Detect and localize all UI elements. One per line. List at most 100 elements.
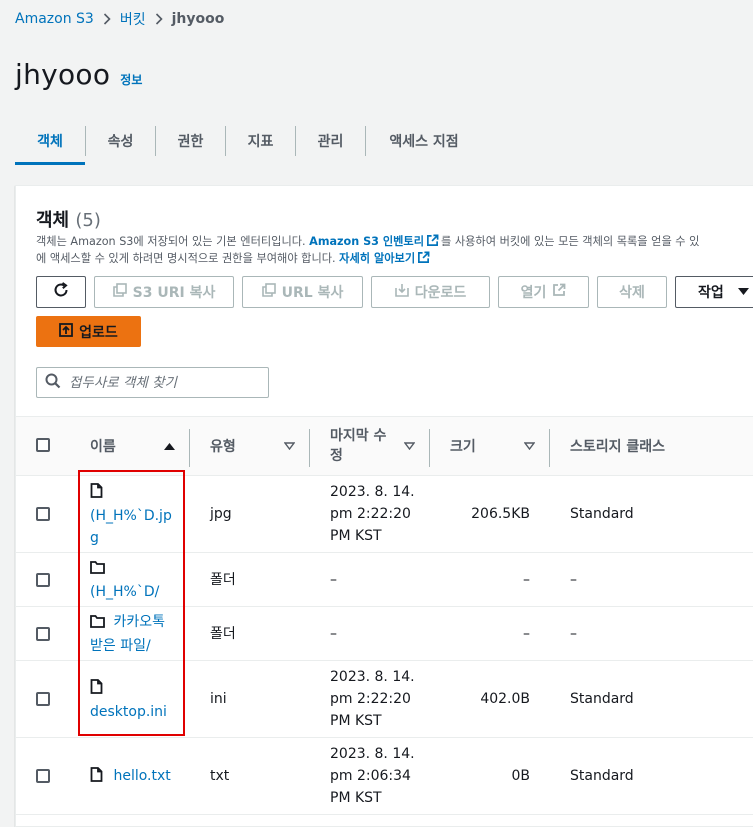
object-type: 폴더 xyxy=(210,626,236,642)
delete-button[interactable]: 삭제 xyxy=(597,276,667,308)
table-row[interactable]: 카카오톡 받은 파일/ 폴더 – – – xyxy=(16,607,753,661)
table-row[interactable]: (H_H%`D/ 폴더 – – – xyxy=(16,553,753,607)
object-last-modified: 2023. 8. 14. pm 2:06:34 PM KST xyxy=(330,743,440,809)
modified-line3: PM KST xyxy=(330,713,382,729)
objects-heading-label: 객체 xyxy=(36,210,70,231)
download-button[interactable]: 다운로드 xyxy=(371,276,490,308)
inventory-link[interactable]: Amazon S3 인벤토리 xyxy=(309,235,424,248)
object-last-modified: – xyxy=(330,572,337,588)
tab-access-points[interactable]: 액세스 지점 xyxy=(366,123,482,159)
sort-ascending-icon xyxy=(164,438,175,454)
object-storage-class: Standard xyxy=(570,506,634,522)
copy-icon xyxy=(261,283,276,301)
search-input[interactable] xyxy=(69,374,259,391)
tab-permissions[interactable]: 권한 xyxy=(156,123,225,159)
breadcrumb: Amazon S3 버킷 jhyooo xyxy=(15,10,224,28)
copy-url-label: URL 복사 xyxy=(281,285,344,301)
desc-text-2: 를 사용하여 버킷에 있는 모든 객체의 목록을 얻을 수 있 xyxy=(441,235,700,248)
header-type[interactable]: 유형 xyxy=(210,417,310,475)
tab-management[interactable]: 관리 xyxy=(296,123,365,159)
row-checkbox[interactable] xyxy=(36,573,50,587)
column-divider xyxy=(429,429,430,467)
table-row[interactable]: desktop.ini 2023. 8. 14. pm 2:22:20 PM K… xyxy=(16,661,753,738)
header-type-label: 유형 xyxy=(210,439,236,455)
object-name-link[interactable]: (H_H%`D/ xyxy=(90,584,159,600)
object-name-cell: hello.txt xyxy=(90,765,200,789)
row-checkbox[interactable] xyxy=(36,507,50,521)
object-name-line2: g xyxy=(90,530,99,546)
search-box[interactable] xyxy=(36,367,269,398)
page-title: jhyooo xyxy=(15,58,111,91)
objects-count: (5) xyxy=(75,210,101,231)
object-type: 폴더 xyxy=(210,572,236,588)
header-size[interactable]: 크기 xyxy=(450,417,550,475)
object-name-line1: (H_H%`D.jp xyxy=(90,508,172,524)
object-storage-class: Standard xyxy=(570,691,634,707)
object-type: jpg xyxy=(210,506,232,522)
header-name-label: 이름 xyxy=(90,439,116,455)
tab-properties[interactable]: 속성 xyxy=(86,123,155,159)
folder-icon xyxy=(90,613,105,635)
header-storage-class-label: 스토리지 클래스 xyxy=(570,439,666,455)
objects-panel: 객체 (5) 객체는 Amazon S3에 저장되어 있는 기본 엔터티입니다.… xyxy=(15,185,753,827)
object-name-line1: 카카오톡 xyxy=(113,614,165,630)
modified-line3: PM KST xyxy=(330,790,382,806)
object-last-modified: 2023. 8. 14. pm 2:22:20 PM KST xyxy=(330,481,440,547)
copy-url-button[interactable]: URL 복사 xyxy=(242,276,363,308)
info-link[interactable]: 정보 xyxy=(120,71,142,88)
table-row[interactable]: (H_H%`D.jpg jpg 2023. 8. 14. pm 2:22:20 … xyxy=(16,476,753,553)
table-header: 이름 유형 마지막 수정 크기 스토리지 클래스 xyxy=(16,416,753,476)
upload-button[interactable]: 업로드 xyxy=(36,316,141,347)
tab-metrics[interactable]: 지표 xyxy=(226,123,295,159)
chevron-right-icon xyxy=(146,11,172,27)
object-last-modified: 2023. 8. 14. pm 2:22:20 PM KST xyxy=(330,666,440,732)
header-name[interactable]: 이름 xyxy=(90,417,190,475)
sort-caret-icon xyxy=(283,438,296,454)
breadcrumb-buckets[interactable]: 버킷 xyxy=(120,9,146,29)
object-name-link[interactable]: (H_H%`D.jpg xyxy=(90,508,172,546)
refresh-button[interactable] xyxy=(36,276,86,308)
copy-s3-uri-button[interactable]: S3 URI 복사 xyxy=(94,276,234,308)
select-all-checkbox[interactable] xyxy=(36,438,50,452)
objects-heading: 객체 (5) xyxy=(36,206,101,232)
column-divider xyxy=(189,429,190,467)
object-storage-class: – xyxy=(570,572,577,588)
tab-bar: 객체 속성 권한 지표 관리 액세스 지점 xyxy=(15,123,482,165)
row-checkbox[interactable] xyxy=(36,692,50,706)
row-checkbox[interactable] xyxy=(36,627,50,641)
file-icon xyxy=(90,679,103,701)
header-last-modified-line1: 마지막 수 xyxy=(330,428,387,444)
modified-line2: pm 2:22:20 xyxy=(330,506,411,522)
breadcrumb-amazon-s3[interactable]: Amazon S3 xyxy=(15,11,94,27)
header-storage-class[interactable]: 스토리지 클래스 xyxy=(570,417,750,475)
table-row[interactable]: hello.txt txt 2023. 8. 14. pm 2:06:34 PM… xyxy=(16,738,753,815)
modified-line2: pm 2:06:34 xyxy=(330,768,411,784)
object-name-link[interactable]: hello.txt xyxy=(113,768,170,784)
row-checkbox[interactable] xyxy=(36,769,50,783)
search-icon xyxy=(45,373,61,393)
object-last-modified: – xyxy=(330,626,337,642)
object-name-link[interactable]: desktop.ini xyxy=(90,704,167,720)
header-size-label: 크기 xyxy=(450,439,476,455)
modified-line1: 2023. 8. 14. xyxy=(330,746,415,762)
object-size: 0B xyxy=(511,768,530,784)
object-name-cell: (H_H%`D/ xyxy=(90,557,190,603)
file-icon xyxy=(90,483,103,505)
download-label: 다운로드 xyxy=(414,285,467,301)
object-name-cell: desktop.ini xyxy=(90,677,190,723)
learn-more-link[interactable]: 자세히 알아보기 xyxy=(339,252,415,265)
desc-text-3: 에 액세스할 수 있게 하려면 명시적으로 권한을 부여해야 합니다. xyxy=(36,252,340,265)
modified-line3: PM KST xyxy=(330,528,382,544)
upload-label: 업로드 xyxy=(79,324,118,341)
actions-dropdown[interactable]: 작업 xyxy=(675,276,753,308)
file-icon xyxy=(90,767,103,789)
open-button[interactable]: 열기 xyxy=(498,276,589,308)
object-size: – xyxy=(523,626,530,642)
refresh-icon xyxy=(52,281,70,303)
copy-s3-uri-label: S3 URI 복사 xyxy=(132,285,216,301)
tab-objects[interactable]: 객체 xyxy=(15,123,85,165)
object-name-cell: 카카오톡 받은 파일/ xyxy=(90,611,190,657)
header-last-modified[interactable]: 마지막 수정 xyxy=(330,417,430,475)
header-last-modified-line2: 정 xyxy=(330,448,343,464)
objects-table: 이름 유형 마지막 수정 크기 스토리지 클래스 (H_H%`D.jp g jp… xyxy=(16,416,753,815)
